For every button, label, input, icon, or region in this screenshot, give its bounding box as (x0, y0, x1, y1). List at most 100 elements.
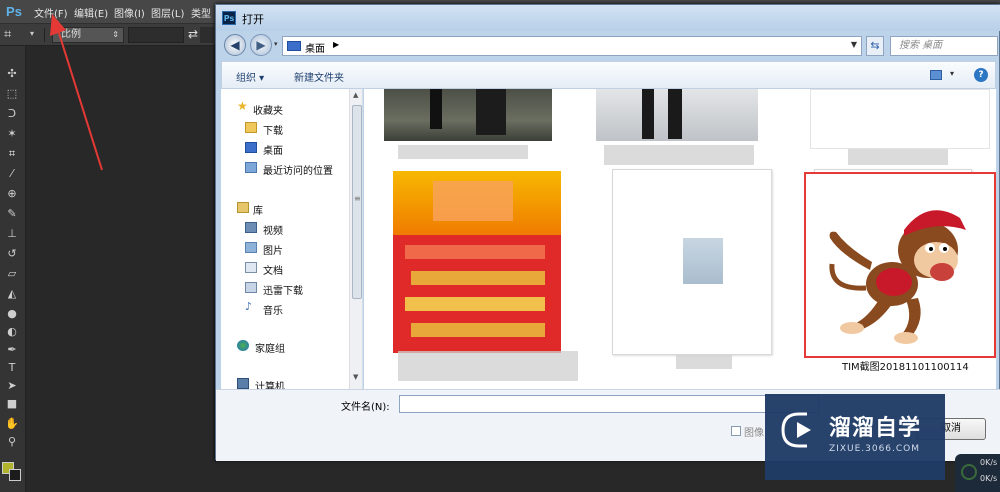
crop-tool-icon[interactable]: ⌗ (4, 27, 20, 43)
move-tool-icon[interactable]: ✣ (4, 66, 20, 82)
nav-item-favorites[interactable]: ★ 收藏夹 (221, 99, 349, 117)
open-file-dialog: Ps 打开 ◀ ▶ ▾ 桌面 ▶ ▼ ⇆ 搜索 桌面 组织 ▾ 新建文件夹 ▾ … (215, 4, 1000, 461)
search-input[interactable]: 搜索 桌面 (890, 36, 998, 56)
file-thumbnail-poster[interactable] (393, 171, 561, 353)
history-brush-icon[interactable]: ↺ (4, 246, 20, 262)
document-icon (683, 238, 723, 284)
nav-scrollbar[interactable]: ▲ ≡ ▼ (349, 89, 362, 389)
eraser-tool-icon[interactable]: ▱ (4, 266, 20, 282)
paint-bucket-icon[interactable]: ◭ (4, 286, 20, 302)
poster-title-blur (433, 181, 513, 221)
ratio-select[interactable]: 比例 ⇕ (52, 27, 124, 43)
forward-button[interactable]: ▶ (250, 34, 272, 56)
monkey-leg (902, 298, 921, 338)
nav-label: 最近访问的位置 (263, 166, 333, 177)
star-icon: ★ (237, 99, 248, 113)
menu-edit[interactable]: 编辑(E) (74, 5, 108, 20)
height-field[interactable] (200, 27, 214, 43)
filename-label: 文件名(N): (341, 402, 390, 413)
blur-tool-icon[interactable]: ● (4, 306, 20, 322)
document-library-icon (245, 262, 257, 273)
address-location[interactable]: 桌面 (305, 40, 325, 55)
background-color-swatch[interactable] (9, 469, 21, 481)
monkey-pupil (943, 247, 947, 251)
nav-item-libraries[interactable]: 库 (221, 199, 349, 217)
file-thumbnail[interactable] (384, 89, 552, 141)
dodge-tool-icon[interactable]: ◐ (4, 324, 20, 340)
stamp-tool-icon[interactable]: ⊥ (4, 226, 20, 242)
change-view-icon[interactable] (930, 70, 942, 80)
thunder-download-icon (245, 282, 257, 293)
nav-item-recent[interactable]: 最近访问的位置 (221, 159, 349, 177)
file-thumbnail[interactable] (596, 89, 758, 141)
file-thumbnail[interactable] (810, 89, 990, 149)
grip-icon: ≡ (354, 194, 361, 203)
history-dropdown-icon[interactable]: ▾ (274, 40, 278, 48)
monkey-image (829, 210, 966, 344)
crop-tool-icon[interactable]: ⌗ (4, 146, 20, 162)
path-select-icon[interactable]: ➤ (4, 378, 20, 394)
refresh-button[interactable]: ⇆ (866, 36, 884, 56)
back-button[interactable]: ◀ (224, 34, 246, 56)
lasso-tool-icon[interactable]: ᑐ (4, 106, 20, 122)
tool-preset-dropdown-icon[interactable]: ▾ (30, 29, 34, 38)
recent-places-icon (245, 162, 257, 173)
filename-input[interactable] (399, 395, 819, 413)
menu-image[interactable]: 图像(I) (114, 5, 145, 20)
breadcrumb-arrow-icon[interactable]: ▶ (333, 40, 339, 49)
desktop-icon (245, 142, 257, 153)
photoshop-app-icon: Ps (222, 11, 236, 25)
nav-label: 视频 (263, 226, 283, 237)
nav-item-downloads[interactable]: 下载 (221, 119, 349, 137)
image-sequence-checkbox[interactable] (731, 426, 741, 436)
magic-wand-icon[interactable]: ✶ (4, 126, 20, 142)
nav-item-computer[interactable]: 计算机 (221, 375, 349, 389)
new-folder-button[interactable]: 新建文件夹 (294, 69, 344, 84)
nav-item-desktop[interactable]: 桌面 (221, 139, 349, 157)
type-tool-icon[interactable]: T (4, 360, 20, 376)
marquee-tool-icon[interactable]: ⬚ (4, 86, 20, 102)
homegroup-icon (237, 340, 249, 351)
healing-brush-icon[interactable]: ⊕ (4, 186, 20, 202)
hand-tool-icon[interactable]: ✋ (4, 416, 20, 432)
menu-file[interactable]: 文件(F) (34, 5, 68, 20)
pen-tool-icon[interactable]: ✒ (4, 342, 20, 358)
width-field[interactable] (128, 27, 184, 43)
shape-tool-icon[interactable]: ■ (4, 396, 20, 412)
nav-item-thunder[interactable]: 迅雷下载 (221, 279, 349, 297)
library-icon (237, 202, 249, 213)
address-bar[interactable]: 桌面 ▶ ▼ (282, 36, 862, 56)
person-figure (668, 89, 682, 139)
monkey-foot (840, 322, 864, 334)
help-icon[interactable]: ? (974, 68, 988, 82)
nav-item-homegroup[interactable]: 家庭组 (221, 337, 349, 355)
blurred-filename (398, 145, 528, 159)
brush-tool-icon[interactable]: ✎ (4, 206, 20, 222)
download-speed: 0K/s (980, 474, 998, 483)
address-dropdown-icon[interactable]: ▼ (851, 40, 857, 49)
scroll-up-icon[interactable]: ▲ (353, 91, 358, 99)
swap-arrows-icon[interactable]: ⇄ (188, 27, 198, 41)
monkey-shirt (876, 268, 912, 296)
scroll-thumb[interactable]: ≡ (352, 105, 362, 299)
play-logo-icon (781, 412, 811, 448)
selected-file-thumbnail[interactable] (804, 172, 996, 358)
nav-item-music[interactable]: ♪ 音乐 (221, 299, 349, 317)
eyedropper-icon[interactable]: ⁄ (4, 166, 20, 182)
nav-label: 家庭组 (255, 344, 285, 355)
poster-line (405, 297, 545, 311)
zoom-tool-icon[interactable]: ⚲ (4, 434, 20, 450)
monkey-arm (829, 231, 872, 270)
nav-label: 迅雷下载 (263, 286, 303, 297)
upload-speed: 0K/s (980, 458, 998, 467)
menu-type[interactable]: 类型 (191, 5, 211, 20)
file-thumbnail-document[interactable] (612, 169, 772, 355)
dialog-titlebar: Ps 打开 (216, 5, 1000, 31)
menu-layer[interactable]: 图层(L) (151, 5, 184, 20)
nav-item-videos[interactable]: 视频 (221, 219, 349, 237)
view-dropdown-icon[interactable]: ▾ (950, 69, 954, 78)
nav-item-documents[interactable]: 文档 (221, 259, 349, 277)
nav-item-pictures[interactable]: 图片 (221, 239, 349, 257)
scroll-down-icon[interactable]: ▼ (353, 373, 358, 381)
organize-button[interactable]: 组织 ▾ (236, 69, 264, 84)
